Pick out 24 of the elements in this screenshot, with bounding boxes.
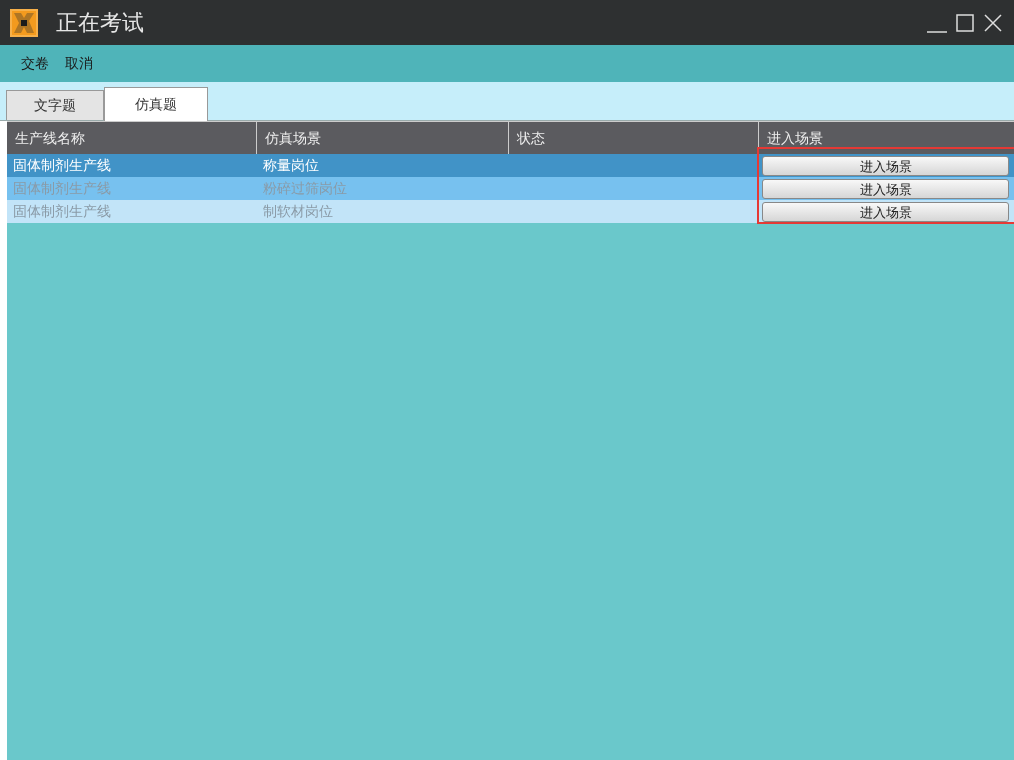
menu-item[interactable]: 取消 [65,53,93,74]
maximize-button[interactable] [954,11,976,34]
table-cell-text: 固体制剂生产线 [12,179,112,198]
table-cell-text: 固体制剂生产线 [12,202,112,221]
logo-icon [10,8,38,37]
window-title: 正在考试 [56,9,144,37]
menu-item[interactable]: 交卷 [21,53,49,74]
table-cell-text: 称量岗位 [262,156,320,175]
close-button[interactable] [982,11,1004,34]
table-cell-text: 粉碎过筛岗位 [262,179,348,198]
tab[interactable]: 文字题 [6,90,104,120]
tab[interactable]: 仿真题 [104,87,208,121]
table-row[interactable]: 固体制剂生产线 制软材岗位 进入场景 [7,200,1014,223]
table-cell-text: 制软材岗位 [262,202,334,221]
table-row[interactable]: 固体制剂生产线 粉碎过筛岗位 进入场景 [7,177,1014,200]
minimize-icon [927,29,947,34]
enter-scene-button[interactable]: 进入场景 [762,201,1009,222]
table-row[interactable]: 固体制剂生产线 称量岗位 进入场景 [7,154,1014,177]
maximize-icon [956,13,974,32]
table-cell-text: 固体制剂生产线 [12,156,112,175]
enter-scene-button[interactable]: 进入场景 [762,178,1009,199]
close-icon [984,13,1002,32]
enter-scene-button[interactable]: 进入场景 [762,155,1009,176]
column-header: 进入场景 [766,128,824,148]
